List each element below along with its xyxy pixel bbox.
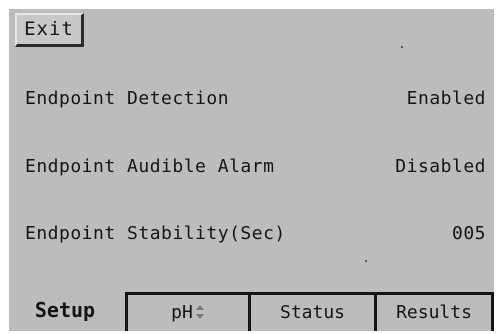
- tab-setup[interactable]: Setup: [9, 292, 121, 331]
- setting-value[interactable]: Disabled: [395, 152, 486, 182]
- exit-button[interactable]: Exit: [15, 13, 84, 47]
- tab-status[interactable]: Status: [251, 292, 377, 331]
- setting-row-endpoint-audible-alarm[interactable]: Endpoint Audible Alarm Disabled: [25, 152, 486, 182]
- tab-label: Status: [279, 302, 346, 323]
- screen-speck: [365, 260, 367, 262]
- up-down-arrows-icon: [195, 305, 204, 319]
- setting-label: Endpoint Detection: [25, 88, 230, 109]
- screen-speck: [401, 46, 403, 48]
- setting-value[interactable]: 005: [452, 219, 486, 249]
- tab-bar: Setup pH Status Results: [9, 292, 494, 331]
- tab-ph[interactable]: pH: [125, 292, 251, 331]
- setting-value[interactable]: Enabled: [407, 84, 486, 114]
- setting-label: Endpoint Audible Alarm: [25, 156, 275, 177]
- tab-results[interactable]: Results: [377, 292, 494, 331]
- setting-row-endpoint-stability[interactable]: Endpoint Stability(Sec) 005: [25, 219, 486, 249]
- instrument-screen: Exit Endpoint Detection Enabled Endpoint…: [9, 9, 494, 331]
- tab-label: Setup: [34, 298, 96, 322]
- setting-label: Endpoint Stability(Sec): [25, 223, 286, 244]
- setting-row-endpoint-detection[interactable]: Endpoint Detection Enabled: [25, 84, 486, 114]
- tab-label: pH: [171, 302, 193, 323]
- tab-label: Results: [396, 302, 472, 323]
